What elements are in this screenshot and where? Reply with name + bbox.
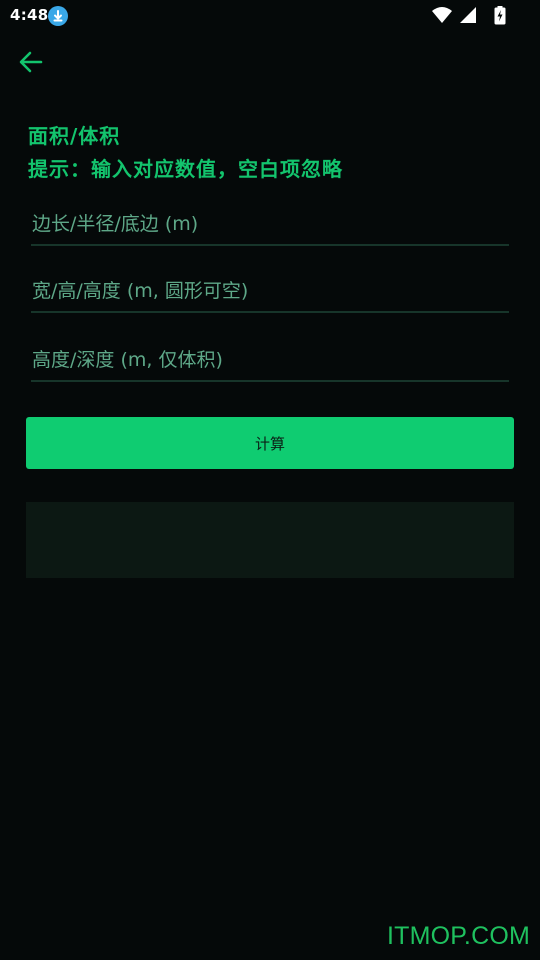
back-button[interactable] bbox=[14, 46, 48, 78]
input-underline bbox=[31, 311, 509, 313]
depth-field bbox=[31, 342, 509, 382]
status-time: 4:48 bbox=[10, 6, 49, 24]
input-underline bbox=[31, 244, 509, 246]
watermark: ITMOP.COM bbox=[386, 922, 530, 950]
arrow-left-icon bbox=[19, 51, 43, 73]
calculate-button[interactable]: 计算 bbox=[26, 417, 514, 469]
wifi-icon bbox=[432, 7, 452, 23]
result-box bbox=[26, 502, 514, 578]
hint-text: 提示：输入对应数值，空白项忽略 bbox=[28, 157, 343, 181]
signal-icon bbox=[460, 7, 476, 23]
input-underline bbox=[31, 380, 509, 382]
side-length-input[interactable] bbox=[31, 206, 509, 242]
page-title: 面积/体积 bbox=[28, 124, 121, 148]
depth-input[interactable] bbox=[31, 342, 509, 378]
battery-charging-icon bbox=[494, 6, 506, 25]
width-height-field bbox=[31, 273, 509, 313]
calculator-screen: 4:48 面积/体积 提示：输入对应数值，空白项忽略 边长/半径/底边 (m) … bbox=[0, 0, 540, 960]
status-bar: 4:48 bbox=[0, 0, 540, 30]
width-height-input[interactable] bbox=[31, 273, 509, 309]
side-length-field bbox=[31, 206, 509, 246]
download-icon bbox=[48, 6, 68, 26]
